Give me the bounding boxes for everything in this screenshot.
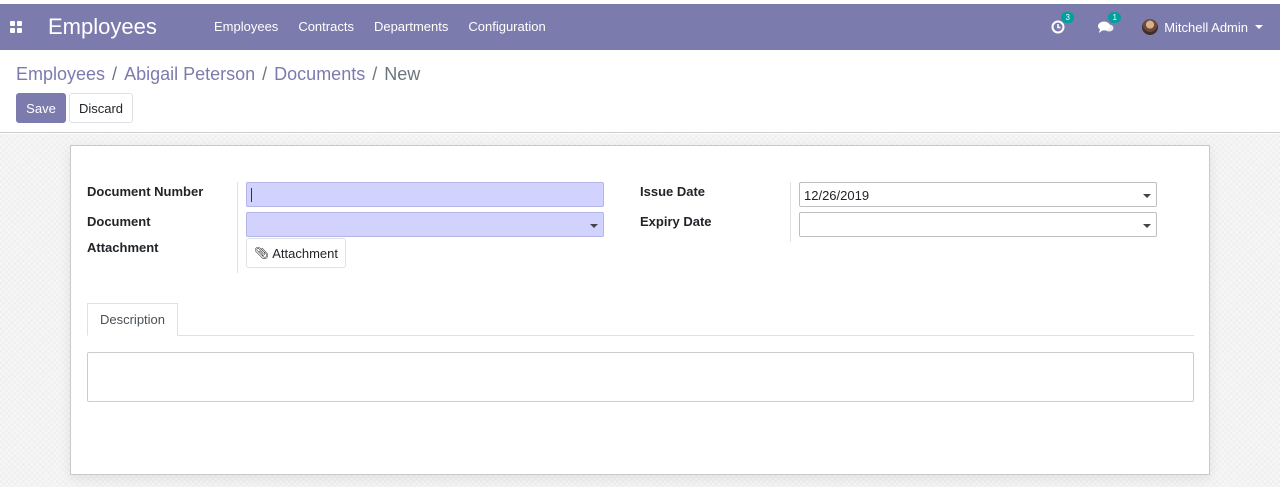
top-navbar: Employees Employees Contracts Department…	[0, 4, 1280, 50]
breadcrumb-documents[interactable]: Documents	[274, 64, 365, 85]
menu-item-contracts[interactable]: Contracts	[298, 19, 354, 34]
save-button[interactable]: Save	[16, 93, 66, 123]
menu-item-departments[interactable]: Departments	[374, 19, 448, 34]
breadcrumb: Employees / Abigail Peterson / Documents…	[16, 64, 420, 85]
discard-button[interactable]: Discard	[69, 93, 133, 123]
activity-menu[interactable]: 3	[1051, 12, 1075, 34]
apps-grid-icon[interactable]	[10, 21, 22, 33]
attachment-button-label: Attachment	[272, 245, 338, 261]
breadcrumb-separator: /	[262, 64, 268, 84]
attachment-button[interactable]: 📎︎ Attachment	[246, 238, 346, 268]
messages-menu[interactable]: 1	[1098, 12, 1122, 34]
breadcrumb-current: New	[384, 64, 421, 84]
chevron-down-icon	[1143, 194, 1151, 198]
field-divider	[237, 182, 238, 273]
app-title: Employees	[48, 14, 157, 39]
messages-badge: 1	[1108, 12, 1122, 23]
issue-date-label: Issue Date	[640, 184, 706, 199]
field-divider	[790, 182, 791, 242]
chevron-down-icon	[1143, 224, 1151, 228]
form-view-background: Document Number Document Attachment 📎︎ A…	[0, 134, 1280, 487]
avatar	[1142, 19, 1159, 35]
document-number-label: Document Number	[87, 184, 204, 199]
document-label: Document	[87, 214, 151, 229]
document-select[interactable]	[246, 212, 604, 237]
form-sheet: Document Number Document Attachment 📎︎ A…	[70, 145, 1210, 475]
systray: 3 1 Mitchell Admin	[1051, 4, 1280, 50]
notebook-tabs: Description	[87, 303, 1194, 336]
expiry-date-label: Expiry Date	[640, 214, 712, 229]
text-cursor	[251, 188, 252, 202]
expiry-date-field[interactable]	[799, 212, 1157, 237]
issue-date-value: 12/26/2019	[804, 188, 870, 203]
document-number-input[interactable]	[246, 182, 604, 207]
attachment-label: Attachment	[87, 240, 159, 255]
tab-description[interactable]: Description	[87, 303, 178, 336]
menu-item-configuration[interactable]: Configuration	[468, 19, 545, 34]
breadcrumb-separator: /	[372, 64, 378, 84]
user-menu[interactable]: Mitchell Admin	[1142, 19, 1263, 35]
breadcrumb-employee[interactable]: Abigail Peterson	[124, 64, 255, 85]
main-menu: Employees Contracts Departments Configur…	[214, 19, 566, 34]
description-field[interactable]	[87, 352, 1194, 402]
breadcrumb-separator: /	[112, 64, 118, 84]
activity-badge: 3	[1061, 12, 1075, 23]
menu-item-employees[interactable]: Employees	[214, 19, 278, 34]
chevron-down-icon	[1255, 25, 1263, 29]
paperclip-icon: 📎︎	[254, 246, 270, 260]
breadcrumb-employees[interactable]: Employees	[16, 64, 105, 85]
issue-date-field[interactable]: 12/26/2019	[799, 182, 1157, 207]
chevron-down-icon	[590, 224, 598, 228]
user-name: Mitchell Admin	[1164, 19, 1248, 35]
control-panel: Employees / Abigail Peterson / Documents…	[0, 50, 1280, 133]
